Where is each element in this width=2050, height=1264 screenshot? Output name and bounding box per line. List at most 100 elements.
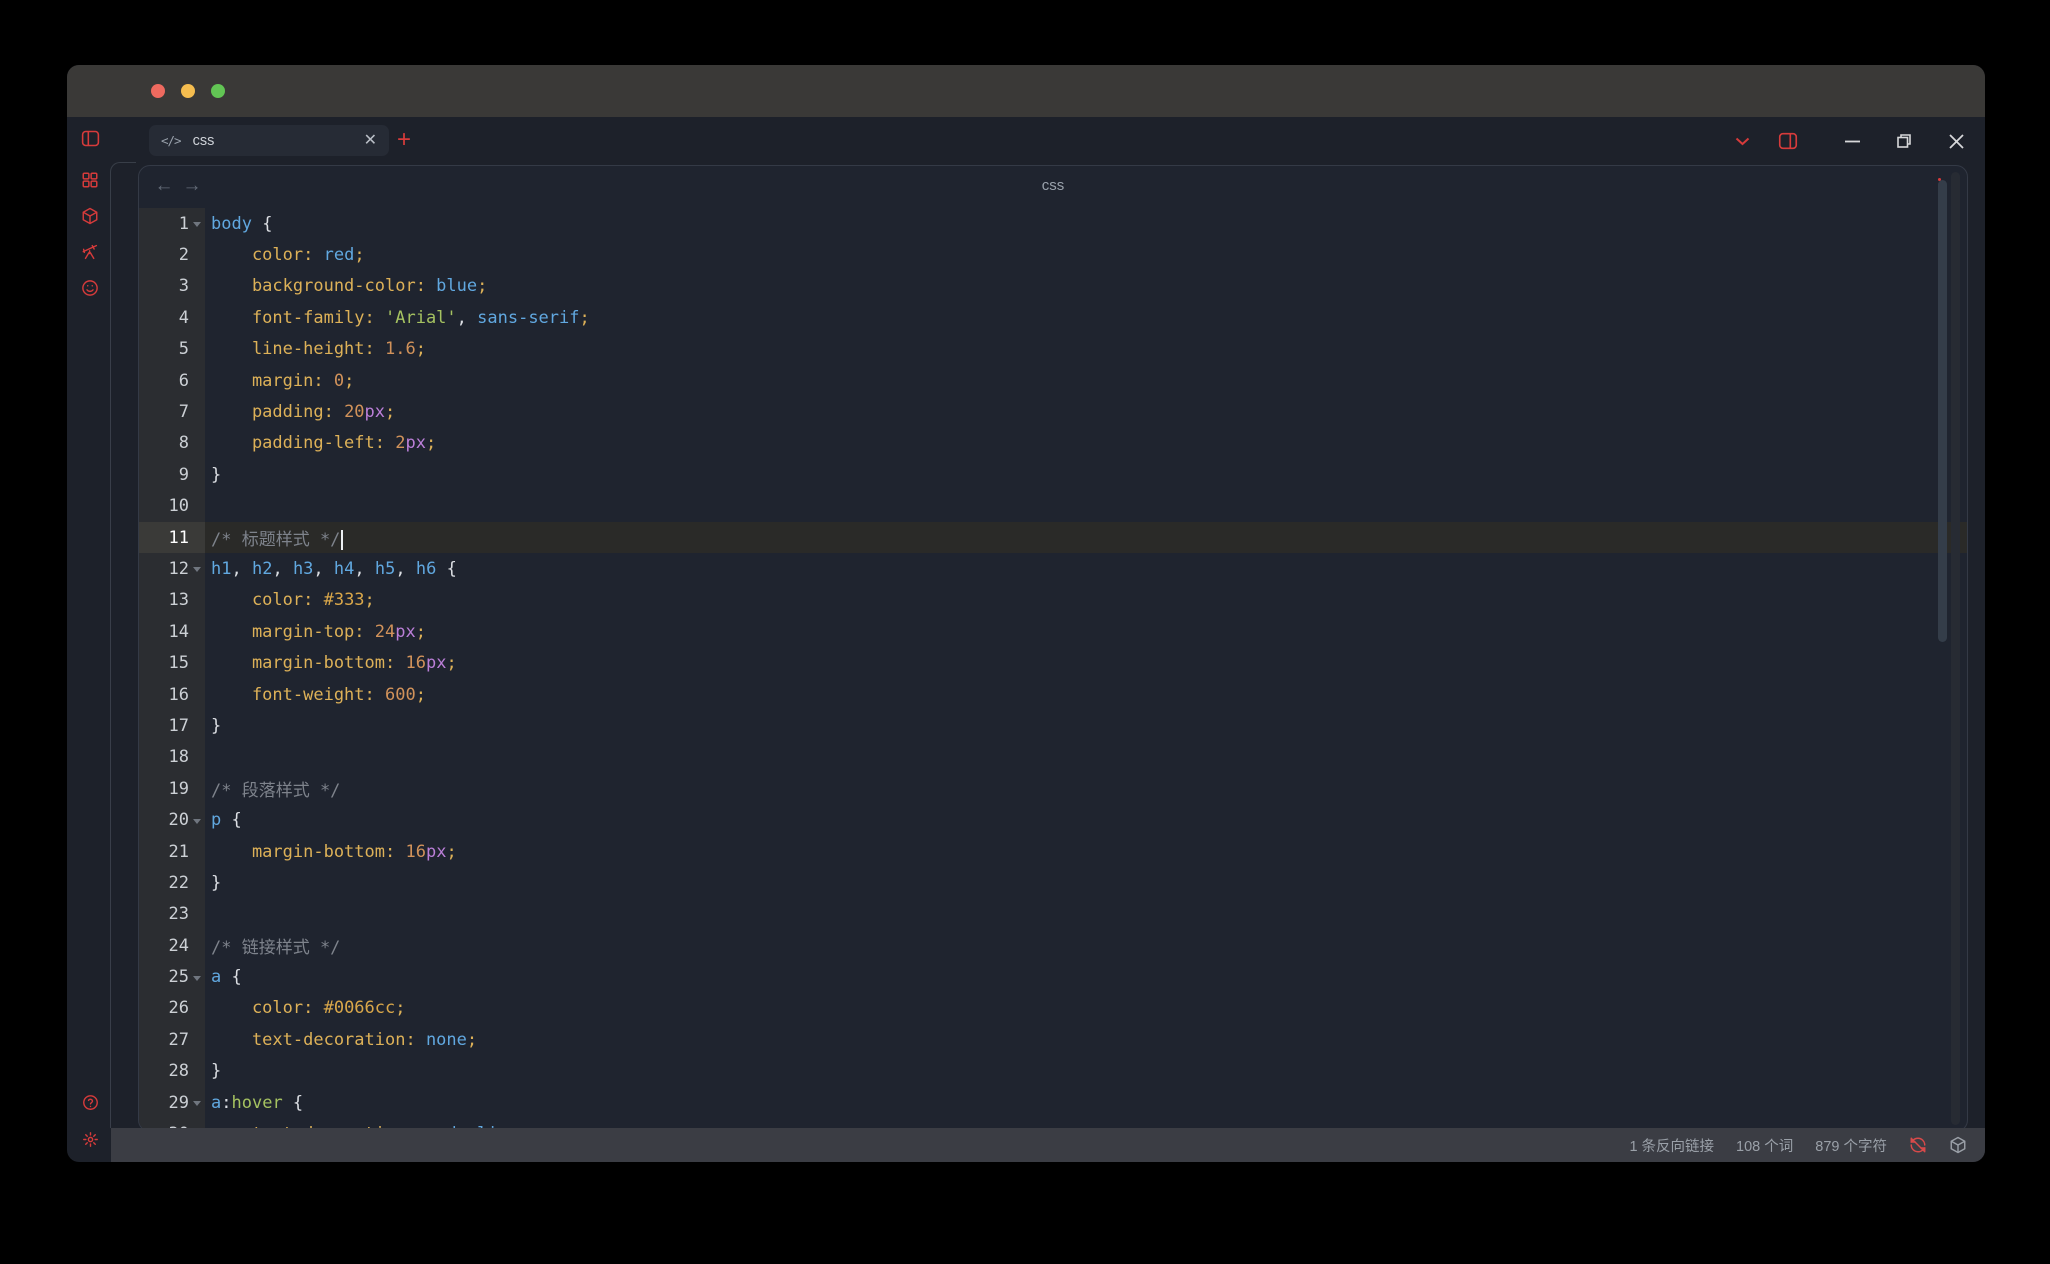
fold-arrow-icon[interactable]	[193, 975, 201, 981]
code-line[interactable]: 26 color: #0066cc;	[139, 993, 1967, 1024]
line-number: 25	[168, 967, 189, 988]
code-text[interactable]: margin-bottom: 16px;	[205, 653, 1967, 673]
code-text[interactable]: color: #0066cc;	[205, 998, 1967, 1018]
code-line[interactable]: 4 font-family: 'Arial', sans-serif;	[139, 302, 1967, 333]
gutter-cell: 14	[139, 616, 205, 647]
code-text[interactable]: /* 标题样式 */	[205, 525, 1967, 551]
traffic-minimize-button[interactable]	[181, 84, 195, 98]
code-line[interactable]: 15 margin-bottom: 16px;	[139, 647, 1967, 678]
code-line[interactable]: 13 color: #333;	[139, 585, 1967, 616]
code-text[interactable]: font-weight: 600;	[205, 685, 1967, 705]
code-line[interactable]: 3 background-color: blue;	[139, 271, 1967, 302]
code-line[interactable]: 6 margin: 0;	[139, 365, 1967, 396]
code-text[interactable]: }	[205, 873, 1967, 893]
right-sidebar-toggle-icon[interactable]	[1773, 126, 1803, 156]
code-line[interactable]: 21 margin-bottom: 16px;	[139, 836, 1967, 867]
gutter-cell: 28	[139, 1056, 205, 1087]
code-text[interactable]: background-color: blue;	[205, 276, 1967, 296]
window-restore-button[interactable]	[1889, 126, 1919, 156]
fold-arrow-icon[interactable]	[193, 222, 201, 228]
code-line[interactable]: 20 p {	[139, 804, 1967, 835]
tab-close-icon[interactable]: ✕	[364, 132, 377, 149]
code-lines[interactable]: 1 body {2 color: red; 3 background-color: …	[139, 208, 1967, 1131]
code-line[interactable]: 18	[139, 742, 1967, 773]
package-cube-icon[interactable]	[1949, 1136, 1967, 1154]
tab-list-chevron-icon[interactable]	[1727, 126, 1757, 156]
gutter-cell: 6	[139, 365, 205, 396]
code-text[interactable]: font-family: 'Arial', sans-serif;	[205, 308, 1967, 328]
code-line[interactable]: 5 line-height: 1.6;	[139, 334, 1967, 365]
code-text[interactable]: text-decoration: none;	[205, 1030, 1967, 1050]
code-line[interactable]: 7 padding: 20px;	[139, 396, 1967, 427]
help-icon[interactable]	[77, 1089, 103, 1115]
code-text[interactable]: a:hover {	[205, 1093, 1967, 1113]
fold-arrow-icon[interactable]	[193, 818, 201, 824]
code-text[interactable]: color: red;	[205, 245, 1967, 265]
gutter-cell: 9	[139, 459, 205, 490]
code-line[interactable]: 29 a:hover {	[139, 1087, 1967, 1118]
scrollbar-thumb[interactable]	[1938, 180, 1947, 642]
gutter-cell: 8	[139, 428, 205, 459]
code-line[interactable]: 8 padding-left: 2px;	[139, 428, 1967, 459]
fold-arrow-icon[interactable]	[193, 567, 201, 573]
traffic-zoom-button[interactable]	[211, 84, 225, 98]
left-sidebar-toggle-icon[interactable]	[77, 125, 103, 151]
smiley-icon[interactable]	[77, 275, 103, 301]
code-line[interactable]: 19 /* 段落样式 */	[139, 773, 1967, 804]
code-text[interactable]: a {	[205, 967, 1967, 987]
code-line[interactable]: 27 text-decoration: none;	[139, 1024, 1967, 1055]
traffic-close-button[interactable]	[151, 84, 165, 98]
fold-arrow-icon[interactable]	[193, 1101, 201, 1107]
backlink-count[interactable]: 1 条反向链接	[1629, 1135, 1714, 1156]
gutter-cell: 17	[139, 710, 205, 741]
code-line[interactable]: 12 h1, h2, h3, h4, h5, h6 {	[139, 553, 1967, 584]
code-text[interactable]: /* 链接样式 */	[205, 933, 1967, 958]
code-text[interactable]: padding: 20px;	[205, 402, 1967, 422]
line-number: 28	[168, 1061, 189, 1082]
code-text[interactable]: p {	[205, 810, 1967, 830]
titlebar[interactable]	[67, 65, 1985, 117]
code-line[interactable]: 25 a {	[139, 961, 1967, 992]
line-number: 4	[178, 307, 189, 328]
code-text[interactable]: margin-bottom: 16px;	[205, 842, 1967, 862]
code-text[interactable]: /* 段落样式 */	[205, 776, 1967, 801]
code-text[interactable]: }	[205, 465, 1967, 485]
code-line[interactable]: 24 /* 链接样式 */	[139, 930, 1967, 961]
settings-gear-icon[interactable]	[77, 1126, 103, 1152]
code-line[interactable]: 1 body {	[139, 208, 1967, 239]
code-text[interactable]: }	[205, 716, 1967, 736]
code-line[interactable]: 22}	[139, 867, 1967, 898]
code-text[interactable]: }	[205, 1061, 1967, 1081]
code-line[interactable]: 2 color: red;	[139, 239, 1967, 270]
code-line[interactable]: 28}	[139, 1056, 1967, 1087]
code-text[interactable]: body {	[205, 214, 1967, 234]
line-number: 19	[168, 778, 189, 799]
code-line[interactable]: 23	[139, 899, 1967, 930]
code-text[interactable]: margin: 0;	[205, 371, 1967, 391]
code-line[interactable]: 16 font-weight: 600;	[139, 679, 1967, 710]
code-line[interactable]: 14 margin-top: 24px;	[139, 616, 1967, 647]
window-minimize-button[interactable]	[1837, 126, 1867, 156]
code-line[interactable]: 9}	[139, 459, 1967, 490]
line-number: 9	[178, 464, 189, 485]
char-count: 879 个字符	[1815, 1138, 1887, 1155]
code-line[interactable]: 10	[139, 491, 1967, 522]
code-text[interactable]: line-height: 1.6;	[205, 339, 1967, 359]
new-tab-button[interactable]: +	[397, 127, 411, 153]
code-line[interactable]: 17}	[139, 710, 1967, 741]
scrollbar-track[interactable]	[1951, 172, 1960, 1125]
telescope-icon[interactable]	[77, 239, 103, 265]
line-number: 11	[168, 527, 189, 548]
code-text[interactable]: padding-left: 2px;	[205, 433, 1967, 453]
code-text[interactable]: h1, h2, h3, h4, h5, h6 {	[205, 559, 1967, 579]
package-cube-icon[interactable]	[77, 203, 103, 229]
window-close-button[interactable]	[1941, 126, 1971, 156]
code-text[interactable]: margin-top: 24px;	[205, 622, 1967, 642]
line-number: 26	[168, 998, 189, 1019]
tab-css[interactable]: </> css ✕	[149, 125, 389, 156]
sync-off-icon[interactable]	[1909, 1136, 1927, 1154]
gutter-cell: 23	[139, 899, 205, 930]
layout-grid-icon[interactable]	[77, 167, 103, 193]
code-line[interactable]: 11 /* 标题样式 */	[139, 521, 1967, 554]
code-text[interactable]: color: #333;	[205, 590, 1967, 610]
